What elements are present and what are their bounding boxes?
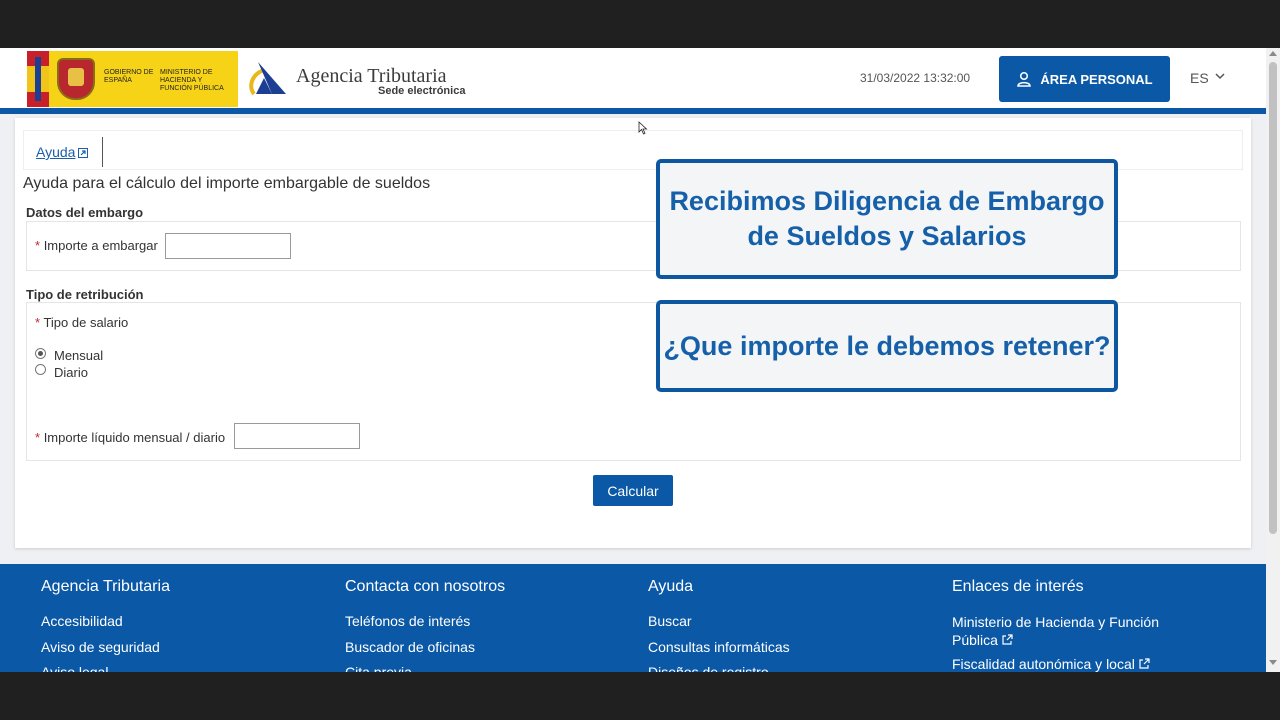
help-link[interactable]: Ayuda xyxy=(36,144,75,160)
footer-link-cita-previa[interactable]: Cita previa xyxy=(345,664,412,672)
scrollbar-thumb[interactable] xyxy=(1269,62,1277,534)
footer-link-buscar[interactable]: Buscar xyxy=(648,613,692,629)
external-link-icon xyxy=(1139,658,1150,669)
footer-heading-enlaces: Enlaces de interés xyxy=(952,578,1084,595)
agency-subtitle: Sede electrónica xyxy=(378,85,466,97)
radio-diario-label[interactable]: Diario xyxy=(54,365,88,380)
footer-link-aviso-seguridad[interactable]: Aviso de seguridad xyxy=(41,639,160,655)
footer-link-consultas[interactable]: Consultas informáticas xyxy=(648,639,790,655)
required-mark: * xyxy=(35,430,41,445)
importe-liquido-text: Importe líquido mensual / diario xyxy=(43,430,226,445)
scroll-down-arrow-icon[interactable] xyxy=(1269,660,1277,665)
footer-link-telefonos[interactable]: Teléfonos de interés xyxy=(345,613,470,629)
area-personal-button[interactable]: ÁREA PERSONAL xyxy=(999,56,1170,102)
importe-liquido-label: * Importe líquido mensual / diario xyxy=(35,430,225,445)
spain-flag-icon xyxy=(27,51,49,107)
footer-link-ministerio-text: Ministerio de Hacienda y Función Pública xyxy=(952,614,1159,648)
footer-link-disenos[interactable]: Diseños de registro xyxy=(648,664,769,672)
footer-link-fiscalidad[interactable]: Fiscalidad autonómica y local xyxy=(952,656,1150,672)
user-icon xyxy=(1017,71,1032,87)
footer-heading-contacta: Contacta con nosotros xyxy=(345,578,506,595)
footer-link-accesibilidad[interactable]: Accesibilidad xyxy=(41,613,123,629)
coat-of-arms-icon xyxy=(57,58,95,100)
radio-mensual[interactable] xyxy=(35,348,46,359)
video-bottom-bar xyxy=(0,672,1280,720)
scroll-up-arrow-icon[interactable] xyxy=(1269,51,1277,56)
help-tab-divider xyxy=(102,137,103,167)
area-personal-label: ÁREA PERSONAL xyxy=(1040,71,1153,87)
site-header: GOBIERNO DE ESPAÑA MINISTERIO DE HACIEND… xyxy=(0,48,1266,108)
footer-link-oficinas[interactable]: Buscador de oficinas xyxy=(345,639,475,655)
calcular-button[interactable]: Calcular xyxy=(593,475,673,506)
radio-diario[interactable] xyxy=(35,364,46,375)
agencia-tributaria-logo-icon[interactable] xyxy=(246,58,288,100)
footer-heading-ayuda: Ayuda xyxy=(648,578,694,595)
tipo-salario-text: Tipo de salario xyxy=(43,315,129,330)
importe-liquido-input[interactable] xyxy=(234,423,360,449)
video-top-bar xyxy=(0,0,1280,48)
tipo-salario-label: * Tipo de salario xyxy=(35,315,128,330)
required-mark: * xyxy=(35,315,41,330)
gov-text-gobierno: GOBIERNO DE ESPAÑA xyxy=(104,69,154,84)
language-selector[interactable]: ES xyxy=(1190,70,1209,86)
page-scrollbar[interactable] xyxy=(1266,48,1280,672)
section-datos-embargo-title: Datos del embargo xyxy=(26,205,144,220)
callout-diligencia: Recibimos Diligencia de Embargo de Sueld… xyxy=(656,159,1118,279)
external-link-icon[interactable] xyxy=(78,148,88,158)
site-footer: Agencia Tributaria Accesibilidad Aviso d… xyxy=(0,564,1266,672)
importe-embargar-input[interactable] xyxy=(165,233,291,259)
external-link-icon xyxy=(1002,634,1013,645)
importe-embargar-text: Importe a embargar xyxy=(43,238,158,253)
browser-viewport: GOBIERNO DE ESPAÑA MINISTERIO DE HACIEND… xyxy=(0,48,1280,672)
header-accent-line xyxy=(0,108,1266,114)
radio-mensual-label[interactable]: Mensual xyxy=(54,348,103,363)
form-title: Ayuda para el cálculo del importe embarg… xyxy=(23,175,431,192)
gov-text-ministerio: MINISTERIO DE HACIENDA Y FUNCIÓN PÚBLICA xyxy=(160,69,224,92)
required-mark: * xyxy=(35,238,41,253)
mouse-cursor-icon xyxy=(638,121,648,135)
importe-embargar-label: * Importe a embargar xyxy=(35,238,158,253)
callout-importe-retener: ¿Que importe le debemos retener? xyxy=(656,300,1118,392)
section-tipo-retribucion-title: Tipo de retribución xyxy=(26,287,144,302)
footer-link-ministerio[interactable]: Ministerio de Hacienda y Función Pública xyxy=(952,613,1192,649)
gobierno-logo[interactable]: GOBIERNO DE ESPAÑA MINISTERIO DE HACIEND… xyxy=(27,51,238,107)
footer-heading-agencia: Agencia Tributaria xyxy=(41,578,170,595)
footer-link-aviso-legal[interactable]: Aviso legal xyxy=(41,664,108,672)
chevron-down-icon[interactable] xyxy=(1214,70,1226,82)
footer-link-fiscalidad-text: Fiscalidad autonómica y local xyxy=(952,656,1135,672)
header-datetime: 31/03/2022 13:32:00 xyxy=(860,71,971,85)
